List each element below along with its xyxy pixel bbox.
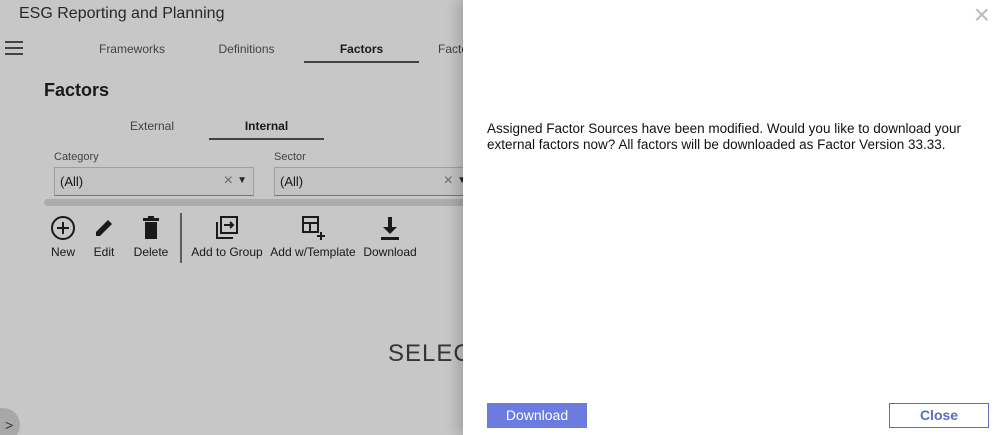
download-button[interactable]: Download bbox=[487, 403, 587, 428]
download-confirmation-dialog: × Assigned Factor Sources have been modi… bbox=[463, 0, 1002, 435]
close-icon[interactable]: × bbox=[974, 1, 990, 29]
dialog-message: Assigned Factor Sources have been modifi… bbox=[487, 121, 962, 152]
close-button[interactable]: Close bbox=[889, 403, 989, 428]
